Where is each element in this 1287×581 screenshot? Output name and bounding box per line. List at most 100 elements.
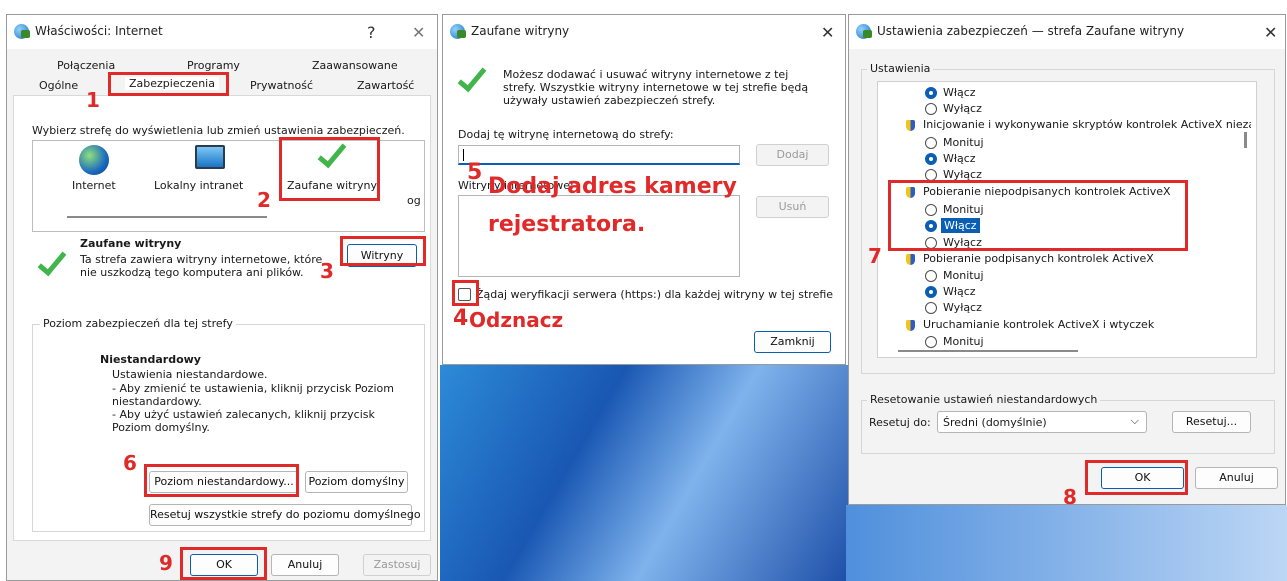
internet-options-icon	[856, 24, 872, 39]
close-button[interactable]: ✕	[412, 23, 425, 42]
window-title: Zaufane witryny	[471, 24, 570, 38]
add-site-input[interactable]	[458, 145, 740, 165]
window-title: Właściwości: Internet	[35, 24, 163, 38]
close-dialog-button[interactable]: Zamknij	[754, 331, 831, 353]
radio-enable[interactable]	[925, 87, 937, 99]
zone-internet[interactable]: Internet	[72, 179, 116, 192]
title-bar: Ustawienia zabezpieczeń — strefa Zaufane…	[849, 15, 1285, 49]
globe-icon	[79, 145, 109, 175]
annotation-number-1: 1	[86, 88, 100, 112]
level-line-2: - Aby zmienić te ustawienia, kliknij prz…	[112, 382, 394, 408]
annotation-box-custom-level	[144, 464, 299, 497]
radio-prompt-label: Monituj	[943, 269, 984, 282]
text-cursor	[463, 149, 464, 161]
zone-description: Ta strefa zawiera witryny internetowe, k…	[80, 253, 323, 279]
radio-prompt[interactable]	[925, 137, 937, 149]
tab-connections[interactable]: Połączenia	[57, 59, 115, 72]
annotation-box-settings-ok	[1085, 460, 1188, 495]
reset-all-zones-button[interactable]: Resetuj wszystkie strefy do poziomu domy…	[149, 504, 421, 526]
apply-button[interactable]: Zastosuj	[363, 554, 431, 576]
zone-title: Zaufane witryny	[80, 237, 182, 250]
window-title: Ustawienia zabezpieczeń — strefa Zaufane…	[877, 24, 1185, 38]
level-line-3: - Aby użyć ustawień zalecanych, kliknij …	[112, 408, 375, 434]
radio-prompt[interactable]	[925, 336, 937, 348]
setting-shield-icon	[906, 120, 915, 131]
annotation-number-2: 2	[257, 188, 271, 212]
internet-options-icon	[450, 24, 466, 39]
trusted-check-icon	[457, 61, 487, 93]
annotation-number-4: 4	[453, 306, 469, 331]
annotation-box-trusted-zone	[279, 137, 380, 201]
reset-group-label: Resetowanie ustawień niestandardowych	[867, 393, 1101, 406]
cancel-button[interactable]: Anuluj	[1195, 467, 1278, 489]
cancel-button[interactable]: Anuluj	[271, 554, 339, 576]
zone-list-scrollbar[interactable]	[67, 216, 267, 218]
reset-to-label: Resetuj do:	[869, 416, 931, 429]
annotation-number-9: 9	[159, 551, 173, 575]
annotation-add-camera-line2: rejestratora.	[488, 212, 646, 237]
setting-shield-icon	[906, 254, 915, 265]
zone-prompt: Wybierz strefę do wyświetlenia lub zmień…	[32, 124, 405, 137]
annotation-number-7: 7	[868, 244, 882, 268]
level-title: Niestandardowy	[100, 353, 201, 366]
tab-general[interactable]: Ogólne	[39, 79, 78, 92]
title-bar: Zaufane witryny ✕	[443, 15, 845, 49]
reset-button[interactable]: Resetuj...	[1172, 411, 1251, 433]
setting-shield-icon	[906, 320, 915, 331]
settings-group-label: Ustawienia	[867, 62, 934, 75]
zone-restricted-partial[interactable]: og	[407, 194, 421, 207]
setting-header-run-activex: Uruchamianie kontrolek ActiveX i wtyczek	[923, 318, 1155, 331]
annotation-number-6: 6	[123, 451, 137, 475]
tab-content[interactable]: Zawartość	[357, 79, 414, 92]
zone-local-intranet[interactable]: Lokalny intranet	[154, 179, 243, 192]
tree-scrollbar[interactable]	[1244, 132, 1247, 148]
radio-enable-label: Włącz	[943, 86, 976, 99]
setting-header-signed-activex: Pobieranie podpisanych kontrolek ActiveX	[923, 252, 1154, 265]
radio-prompt-label: Monituj	[943, 136, 984, 149]
annotation-add-camera-line1: Dodaj adres kamery	[488, 174, 737, 199]
annotation-number-3: 3	[320, 259, 334, 283]
radio-enable-label: Włącz	[943, 285, 976, 298]
info-text: Możesz dodawać i usuwać witryny internet…	[503, 68, 809, 107]
https-checkbox-label[interactable]: Żądaj weryfikacji serwera (https:) dla k…	[476, 288, 833, 301]
reset-to-select-value: Średni (domyślnie)	[943, 416, 1047, 429]
reset-to-select[interactable]: Średni (domyślnie) ⌵	[937, 411, 1147, 433]
radio-disable[interactable]	[925, 302, 937, 314]
chevron-down-icon: ⌵	[1130, 414, 1139, 427]
radio-prompt[interactable]	[925, 270, 937, 282]
desktop-wallpaper	[440, 365, 850, 581]
radio-enable[interactable]	[925, 153, 937, 165]
tab-advanced[interactable]: Zaawansowane	[312, 59, 398, 72]
radio-disable-label: Wyłącz	[943, 301, 982, 314]
annotation-box-security-tab	[108, 72, 229, 96]
remove-button[interactable]: Usuń	[756, 196, 829, 218]
tab-privacy[interactable]: Prywatność	[250, 79, 313, 92]
radio-enable[interactable]	[925, 286, 937, 298]
annotation-box-sites-button	[340, 236, 426, 266]
help-button[interactable]: ?	[367, 23, 376, 42]
intranet-icon	[195, 145, 225, 169]
annotation-number-8: 8	[1063, 485, 1077, 509]
security-level-group-label: Poziom zabezpieczeń dla tej strefy	[40, 317, 236, 330]
default-level-button[interactable]: Poziom domyślny	[305, 471, 408, 493]
add-button[interactable]: Dodaj	[756, 144, 829, 166]
close-button[interactable]: ✕	[821, 23, 834, 42]
radio-disable[interactable]	[925, 103, 937, 115]
close-button[interactable]: ✕	[1264, 23, 1277, 42]
title-bar: Właściwości: Internet ? ✕	[7, 15, 437, 49]
desktop-wallpaper-right	[846, 505, 1287, 581]
annotation-box-https-checkbox	[452, 280, 479, 306]
annotation-uncheck-text: Odznacz	[469, 308, 564, 332]
radio-prompt-label: Monituj	[943, 335, 984, 348]
radio-disable-label: Wyłącz	[943, 102, 982, 115]
radio-enable-label: Włącz	[943, 152, 976, 165]
annotation-box-properties-ok	[180, 547, 267, 580]
annotation-number-5: 5	[467, 160, 483, 185]
security-settings-window: Ustawienia zabezpieczeń — strefa Zaufane…	[848, 14, 1286, 505]
setting-header-init-scripts: Inicjowanie i wykonywanie skryptów kontr…	[923, 118, 1251, 131]
add-site-label: Dodaj tę witrynę internetową do strefy:	[458, 128, 674, 141]
annotation-box-unsigned-activex	[888, 180, 1188, 251]
tree-horizontal-scrollbar[interactable]	[898, 350, 1078, 352]
tab-programs[interactable]: Programy	[187, 59, 240, 72]
internet-options-icon	[14, 24, 30, 39]
